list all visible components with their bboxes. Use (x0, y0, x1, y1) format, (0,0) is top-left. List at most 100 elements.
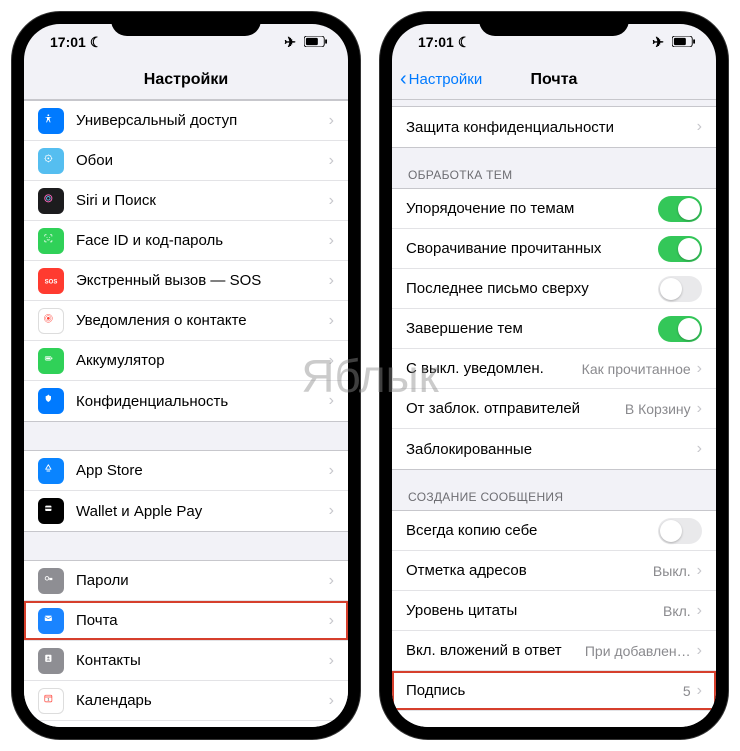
row-label: App Store (76, 462, 329, 479)
airplane-icon: ✈ (652, 34, 664, 51)
svg-text:1: 1 (47, 697, 49, 701)
settings-row-wallpaper[interactable]: Обои› (24, 141, 348, 181)
moon-icon: ☾ (90, 34, 103, 51)
settings-row-exposure[interactable]: Уведомления о контакте› (24, 301, 348, 341)
settings-row-siri[interactable]: Siri и Поиск› (24, 181, 348, 221)
mail-row[interactable]: Уровень цитатыВкл. › (392, 591, 716, 631)
settings-row-privacy[interactable]: Конфиденциальность› (24, 381, 348, 421)
row-detail: В Корзину (625, 401, 691, 417)
exposure-icon (38, 308, 64, 334)
chevron-right-icon: › (329, 572, 334, 590)
mail-row[interactable]: Заблокированные› (392, 429, 716, 469)
page-title: Почта (531, 71, 578, 89)
mail-row[interactable]: Защита конфиденциальности› (392, 107, 716, 147)
wallpaper-icon (38, 148, 64, 174)
phone-left: 17:01 ☾ ✈ Настройки Универсальный доступ… (12, 12, 360, 739)
status-time: 17:01 (418, 34, 454, 50)
chevron-right-icon: › (697, 118, 702, 136)
settings-row-accessibility[interactable]: Универсальный доступ› (24, 101, 348, 141)
row-label: Конфиденциальность (76, 393, 329, 410)
row-label: Отметка адресов (406, 562, 653, 579)
chevron-right-icon: › (697, 400, 702, 418)
row-label: От заблок. отправителей (406, 400, 625, 417)
phone-right: 17:01 ☾ ✈ ‹ Настройки Почта Защита конфи… (380, 12, 728, 739)
chevron-right-icon: › (329, 272, 334, 290)
chevron-right-icon: › (329, 462, 334, 480)
mail-row[interactable]: Упорядочение по темам (392, 189, 716, 229)
row-label: Календарь (76, 692, 329, 709)
row-label: Вкл. вложений в ответ (406, 642, 585, 659)
row-detail: 5 (683, 683, 691, 699)
toggle[interactable] (658, 518, 702, 544)
nav-bar-left: Настройки (24, 60, 348, 100)
back-button[interactable]: ‹ Настройки (400, 68, 482, 91)
toggle[interactable] (658, 196, 702, 222)
mail-row[interactable]: Уч. зап. по умолчанию› (392, 711, 716, 727)
notch (479, 12, 629, 36)
row-label: Заблокированные (406, 441, 697, 458)
row-label: Уровень цитаты (406, 602, 663, 619)
chevron-right-icon: › (697, 562, 702, 580)
row-label: Упорядочение по темам (406, 200, 658, 217)
row-label: Face ID и код-пароль (76, 232, 329, 249)
faceid-icon (38, 228, 64, 254)
mail-row[interactable]: Последнее письмо сверху (392, 269, 716, 309)
settings-row-contacts[interactable]: Контакты› (24, 641, 348, 681)
airplane-icon: ✈ (284, 34, 296, 51)
mail-row[interactable]: Вкл. вложений в ответПри добавлен…› (392, 631, 716, 671)
chevron-right-icon: › (329, 112, 334, 130)
mail-row[interactable]: От заблок. отправителейВ Корзину › (392, 389, 716, 429)
row-label: Почта (76, 612, 329, 629)
chevron-right-icon: › (697, 602, 702, 620)
toggle[interactable] (658, 276, 702, 302)
chevron-left-icon: ‹ (400, 68, 407, 91)
chevron-right-icon: › (329, 192, 334, 210)
row-label: Пароли (76, 572, 329, 589)
content-left[interactable]: Универсальный доступ›Обои›Siri и Поиск›F… (24, 100, 348, 727)
settings-row-faceid[interactable]: Face ID и код-пароль› (24, 221, 348, 261)
settings-row-sos[interactable]: SOSЭкстренный вызов — SOS› (24, 261, 348, 301)
settings-row-battery[interactable]: Аккумулятор› (24, 341, 348, 381)
row-label: Обои (76, 152, 329, 169)
chevron-right-icon: › (329, 312, 334, 330)
row-label: Siri и Поиск (76, 192, 329, 209)
status-time: 17:01 (50, 34, 86, 50)
row-label: Сворачивание прочитанных (406, 240, 658, 257)
mail-row[interactable]: Подпись5› (392, 671, 716, 711)
wallet-icon (38, 498, 64, 524)
accessibility-icon (38, 108, 64, 134)
section-header: СОЗДАНИЕ СООБЩЕНИЯ (392, 470, 716, 510)
row-label: Последнее письмо сверху (406, 280, 658, 297)
screen-left: 17:01 ☾ ✈ Настройки Универсальный доступ… (24, 24, 348, 727)
row-label: Завершение тем (406, 320, 658, 337)
chevron-right-icon: › (697, 360, 702, 378)
chevron-right-icon: › (329, 652, 334, 670)
mail-row[interactable]: Всегда копию себе (392, 511, 716, 551)
appstore-icon (38, 458, 64, 484)
mail-row[interactable]: С выкл. уведомлен.Как прочитанное› (392, 349, 716, 389)
toggle[interactable] (658, 236, 702, 262)
row-detail: Вкл. (663, 603, 691, 619)
row-detail: Как прочитанное (582, 361, 691, 377)
row-label: Аккумулятор (76, 352, 329, 369)
settings-row-notes[interactable]: Заметки› (24, 721, 348, 727)
settings-row-calendar[interactable]: 1Календарь› (24, 681, 348, 721)
battery-icon (304, 34, 328, 50)
row-label: Подпись (406, 682, 683, 699)
mail-row[interactable]: Отметка адресовВыкл.› (392, 551, 716, 591)
mail-row[interactable]: Завершение тем (392, 309, 716, 349)
chevron-right-icon: › (329, 152, 334, 170)
toggle[interactable] (658, 316, 702, 342)
content-right[interactable]: Защита конфиденциальности›ОБРАБОТКА ТЕМУ… (392, 100, 716, 727)
mail-row[interactable]: Сворачивание прочитанных (392, 229, 716, 269)
settings-row-mail[interactable]: Почта› (24, 601, 348, 641)
chevron-right-icon: › (329, 502, 334, 520)
back-label: Настройки (409, 71, 483, 88)
settings-row-wallet[interactable]: Wallet и Apple Pay› (24, 491, 348, 531)
chevron-right-icon: › (329, 352, 334, 370)
chevron-right-icon: › (697, 642, 702, 660)
settings-row-appstore[interactable]: App Store› (24, 451, 348, 491)
settings-row-passwords[interactable]: Пароли› (24, 561, 348, 601)
contacts-icon (38, 648, 64, 674)
chevron-right-icon: › (697, 722, 702, 727)
